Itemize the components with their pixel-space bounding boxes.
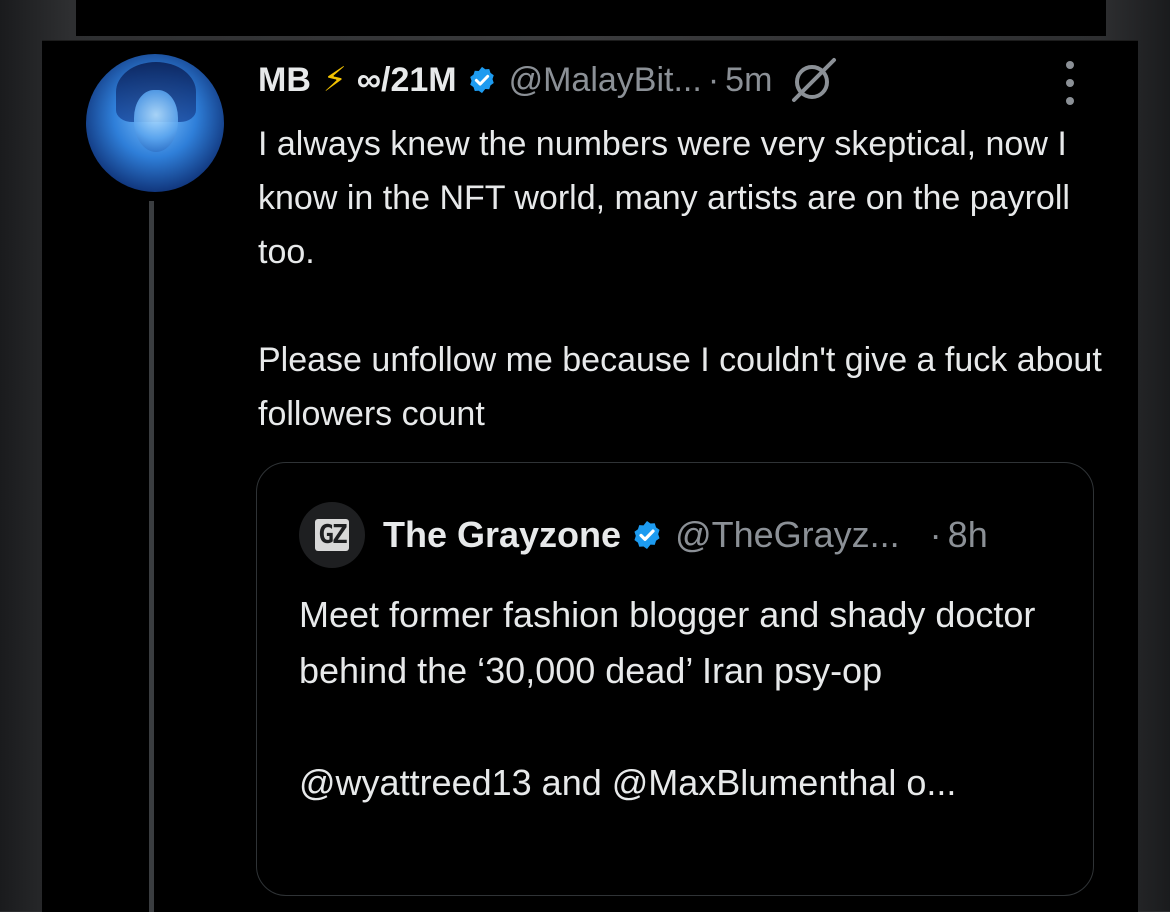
post-timestamp[interactable]: 5m — [725, 61, 772, 100]
quoted-author-display-name[interactable]: The Grayzone — [383, 514, 621, 556]
author-display-name[interactable]: MB — [258, 61, 311, 100]
thread-line — [149, 201, 154, 912]
avatar-face — [134, 90, 178, 152]
verified-badge-icon — [634, 521, 660, 549]
previous-post-card — [76, 0, 1106, 36]
author-name-suffix[interactable]: ∞/21M — [357, 61, 457, 100]
grok-icon[interactable] — [788, 54, 840, 106]
post-paragraph: Please unfollow me because I couldn't gi… — [258, 341, 1102, 433]
lightning-icon: ⚡ — [322, 61, 347, 99]
more-options-icon[interactable] — [1060, 61, 1080, 105]
separator-dot: · — [707, 60, 720, 99]
post-header: MB ⚡ ∞/21M @MalayBit... · 5m — [258, 53, 840, 107]
post-body: I always knew the numbers were very skep… — [258, 117, 1118, 441]
quoted-paragraph: Meet former fashion blogger and shady do… — [299, 594, 1036, 691]
quoted-avatar-logo: GZ — [315, 519, 349, 551]
quoted-post-timestamp[interactable]: 8h — [948, 514, 988, 556]
quoted-author-handle[interactable]: @TheGrayz... — [675, 514, 900, 556]
separator-dot: · — [929, 514, 942, 555]
post-card[interactable]: MB ⚡ ∞/21M @MalayBit... · 5m I always kn… — [42, 40, 1138, 912]
author-handle[interactable]: @MalayBit... — [509, 61, 702, 100]
post-paragraph: I always knew the numbers were very skep… — [258, 125, 1070, 271]
quoted-author-avatar[interactable]: GZ — [299, 502, 365, 568]
quoted-post[interactable]: GZ The Grayzone @TheGrayz... · 8h Meet f… — [256, 462, 1094, 896]
quoted-post-body: Meet former fashion blogger and shady do… — [299, 587, 1059, 811]
verified-badge-icon — [469, 66, 494, 94]
quoted-paragraph: @wyattreed13 and @MaxBlumenthal o... — [299, 762, 957, 803]
author-avatar[interactable] — [86, 54, 224, 192]
quoted-post-header: GZ The Grayzone @TheGrayz... · 8h — [299, 499, 988, 571]
